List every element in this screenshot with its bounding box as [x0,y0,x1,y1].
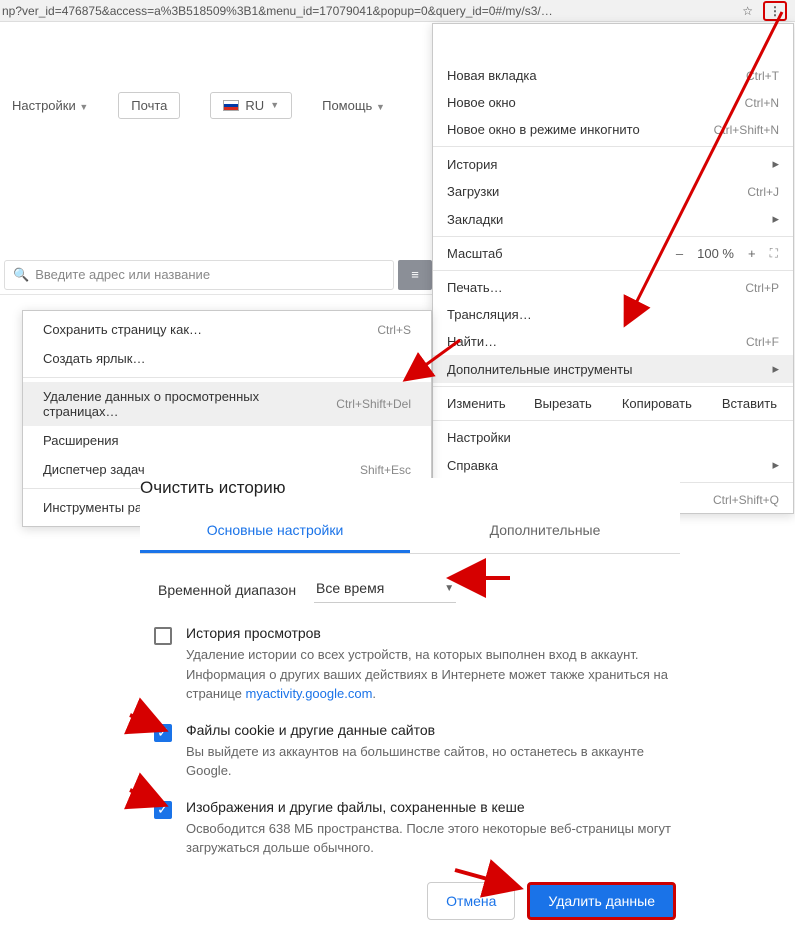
omnibox-icons: ☆ ⋮ [742,1,795,21]
chevron-down-icon: ▼ [444,583,454,594]
option-cache[interactable]: Изображения и другие файлы, сохраненные … [140,787,680,864]
menu-history[interactable]: История▸ [433,150,793,178]
menu-zoom: Масштаб – 100 % + ⛶ [433,240,793,267]
menu-settings[interactable]: Настройки [433,424,793,451]
option-cache-title: Изображения и другие файлы, сохраненные … [186,799,674,815]
header-settings[interactable]: Настройки ▼ [12,98,88,113]
dialog-title: Очистить историю [140,478,680,498]
edit-paste[interactable]: Вставить [716,396,783,411]
menu-edit-row: Изменить Вырезать Копировать Вставить [433,390,793,417]
chevron-right-icon: ▸ [772,156,779,172]
page-header: Настройки ▼ Почта RU▼ Помощь ▼ [0,85,432,125]
tab-basic[interactable]: Основные настройки [140,512,410,553]
header-mail-button[interactable]: Почта [118,92,180,119]
list-view-toggle[interactable]: ≡ [398,260,432,290]
submenu-create-shortcut[interactable]: Создать ярлык… [23,344,431,373]
menu-cast[interactable]: Трансляция… [433,301,793,328]
submenu-extensions[interactable]: Расширения [23,426,431,455]
search-icon: 🔍 [13,267,29,283]
zoom-out-button[interactable]: – [676,246,683,261]
header-lang-button[interactable]: RU▼ [210,92,292,119]
checkbox-history[interactable] [154,627,172,645]
address-input-row: 🔍 Введите адрес или название ≡ [0,255,432,295]
checkbox-cookies[interactable] [154,724,172,742]
ru-flag-icon [223,100,239,111]
star-icon[interactable]: ☆ [742,4,753,18]
cancel-button[interactable]: Отмена [427,882,515,920]
submenu-clear-browsing-data[interactable]: Удаление данных о просмотренных страница… [23,382,431,426]
dialog-buttons: Отмена Удалить данные [140,864,680,924]
menu-help[interactable]: Справка▸ [433,451,793,479]
edit-copy[interactable]: Копировать [616,396,698,411]
myactivity-link[interactable]: myactivity.google.com [246,686,373,701]
menu-new-tab[interactable]: Новая вкладкаCtrl+T [433,62,793,89]
chevron-right-icon: ▸ [772,361,779,377]
url-text: np?ver_id=476875&access=a%3B518509%3B1&m… [2,4,742,18]
checkbox-cache[interactable] [154,801,172,819]
option-cache-desc: Освободится 638 МБ пространства. После э… [186,819,674,858]
menu-bookmarks[interactable]: Закладки▸ [433,205,793,233]
omnibox: np?ver_id=476875&access=a%3B518509%3B1&m… [0,0,795,22]
chrome-menu-button[interactable]: ⋮ [763,1,787,21]
clear-data-dialog: Очистить историю Основные настройки Допо… [140,478,680,924]
header-help[interactable]: Помощь ▼ [322,98,385,113]
dialog-tabs: Основные настройки Дополнительные [140,512,680,554]
fullscreen-icon[interactable]: ⛶ [770,246,779,261]
time-range-label: Временной диапазон [158,582,296,598]
menu-downloads[interactable]: ЗагрузкиCtrl+J [433,178,793,205]
zoom-in-button[interactable]: + [748,246,756,261]
address-input[interactable]: 🔍 Введите адрес или название [4,260,394,290]
menu-new-window[interactable]: Новое окноCtrl+N [433,89,793,116]
menu-print[interactable]: Печать…Ctrl+P [433,274,793,301]
option-cookies[interactable]: Файлы cookie и другие данные сайтов Вы в… [140,710,680,787]
option-history-desc: Удаление истории со всех устройств, на к… [186,645,674,704]
submenu-save-page[interactable]: Сохранить страницу как…Ctrl+S [23,315,431,344]
menu-find[interactable]: Найти…Ctrl+F [433,328,793,355]
address-placeholder: Введите адрес или название [35,267,210,282]
time-range-select[interactable]: Все время ▼ [314,576,456,603]
chevron-right-icon: ▸ [772,457,779,473]
chevron-right-icon: ▸ [772,211,779,227]
edit-cut[interactable]: Вырезать [528,396,598,411]
zoom-label: Масштаб [447,246,503,261]
option-history[interactable]: История просмотров Удаление истории со в… [140,613,680,710]
confirm-delete-button[interactable]: Удалить данные [527,882,676,920]
edit-label: Изменить [443,396,528,411]
option-history-title: История просмотров [186,625,674,641]
menu-more-tools[interactable]: Дополнительные инструменты▸ [433,355,793,383]
menu-incognito[interactable]: Новое окно в режиме инкогнитоCtrl+Shift+… [433,116,793,143]
time-range-row: Временной диапазон Все время ▼ [140,554,680,613]
tab-advanced[interactable]: Дополнительные [410,512,680,553]
option-cookies-desc: Вы выйдете из аккаунтов на большинстве с… [186,742,674,781]
chrome-main-menu: Новая вкладкаCtrl+T Новое окноCtrl+N Нов… [432,23,794,514]
zoom-value: 100 % [697,246,734,261]
option-cookies-title: Файлы cookie и другие данные сайтов [186,722,674,738]
